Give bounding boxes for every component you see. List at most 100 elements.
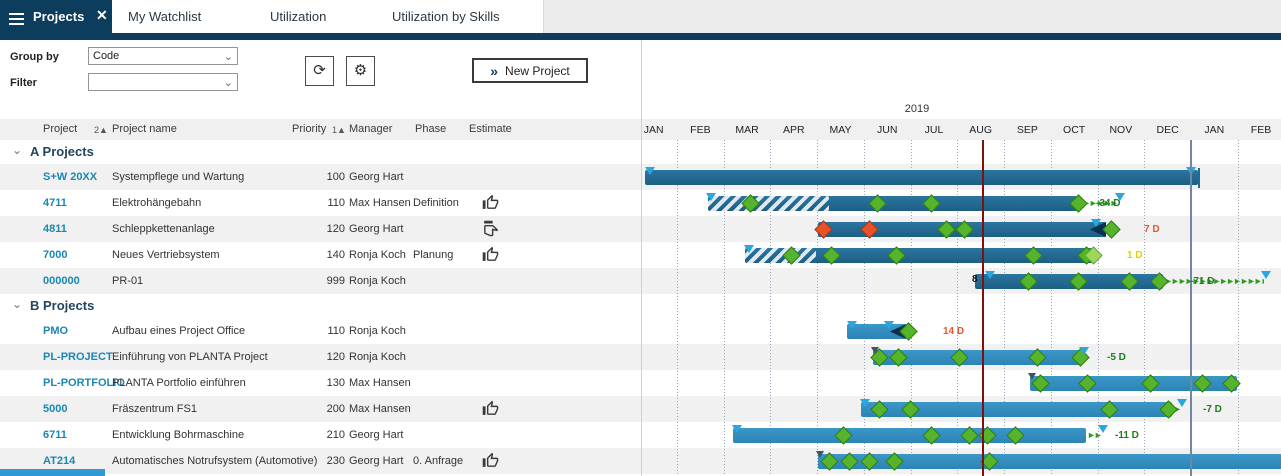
manager-cell: Ronja Koch	[349, 249, 406, 261]
priority-cell: 100	[298, 171, 345, 183]
manager-cell: Ronja Koch	[349, 325, 406, 337]
project-name-cell: Automatisches Notrufsystem (Automotive)	[112, 455, 317, 467]
phase-cell: Planung	[413, 249, 453, 261]
month-gridline	[1144, 140, 1145, 476]
delay-label: -11 D	[1115, 430, 1139, 441]
estimate-cell[interactable]	[482, 220, 499, 240]
estimate-cell[interactable]	[482, 452, 499, 472]
date-marker-icon[interactable]	[871, 347, 879, 354]
month-gridline	[864, 140, 865, 476]
gantt-bar[interactable]	[733, 428, 1086, 443]
delay-label: -71 D	[1190, 276, 1214, 287]
project-id-cell[interactable]: 4811	[43, 223, 67, 235]
priority-cell: 110	[298, 197, 345, 209]
date-marker-icon[interactable]	[1177, 399, 1187, 407]
date-marker-icon[interactable]	[1091, 219, 1101, 227]
date-marker-icon[interactable]	[847, 321, 857, 329]
month-gridline	[770, 140, 771, 476]
project-name-cell: Aufbau eines Project Office	[112, 325, 245, 337]
horizontal-scrollbar-thumb[interactable]	[0, 469, 105, 476]
delay-label: 1 D	[1127, 250, 1143, 261]
constraint-glyph: 8	[972, 274, 978, 285]
manager-cell: Georg Hart	[349, 171, 403, 183]
delay-label: -34 D	[1096, 198, 1120, 209]
project-id-cell[interactable]: 6711	[43, 429, 67, 441]
manager-cell: Ronja Koch	[349, 351, 406, 363]
delay-label: 7 D	[1144, 224, 1160, 235]
project-name-cell: Entwicklung Bohrmaschine	[112, 429, 244, 441]
project-id-cell[interactable]: 5000	[43, 403, 67, 415]
month-gridline	[957, 140, 958, 476]
priority-cell: 110	[298, 325, 345, 337]
date-marker-icon[interactable]	[732, 425, 742, 433]
estimate-thumb-icon	[482, 194, 499, 211]
estimate-cell[interactable]	[482, 246, 499, 266]
project-id-cell[interactable]: PL-PROJECT	[43, 351, 113, 363]
estimate-thumb-icon	[482, 452, 499, 469]
month-gridline	[911, 140, 912, 476]
priority-cell: 230	[298, 455, 345, 467]
year-line	[1190, 140, 1192, 476]
date-marker-icon[interactable]	[816, 451, 824, 458]
estimate-thumb-icon	[482, 246, 499, 263]
estimate-thumb-icon	[482, 220, 499, 237]
gantt-bar[interactable]	[645, 170, 1198, 185]
project-name-cell: Schleppkettenanlage	[112, 223, 215, 235]
delay-label: 14 D	[943, 326, 964, 337]
delay-label: -5 D	[1107, 352, 1126, 363]
project-id-cell[interactable]: 4711	[43, 197, 67, 209]
date-marker-icon[interactable]	[1079, 347, 1089, 355]
bar-remaining-hatch	[745, 248, 816, 263]
month-gridline	[677, 140, 678, 476]
priority-cell: 120	[298, 223, 345, 235]
estimate-thumb-icon	[482, 400, 499, 417]
month-gridline	[1051, 140, 1052, 476]
priority-cell: 999	[298, 275, 345, 287]
priority-cell: 130	[298, 377, 345, 389]
date-marker-icon[interactable]	[1028, 373, 1036, 380]
month-gridline	[817, 140, 818, 476]
month-gridline	[1004, 140, 1005, 476]
pane-separator[interactable]	[641, 40, 642, 476]
project-id-cell[interactable]: AT214	[43, 455, 75, 467]
project-id-cell[interactable]: S+W 20XX	[43, 171, 97, 183]
manager-cell: Georg Hart	[349, 455, 403, 467]
manager-cell: Max Hansen	[349, 377, 411, 389]
manager-cell: Ronja Koch	[349, 275, 406, 287]
today-line	[982, 140, 984, 476]
date-marker-icon[interactable]	[1261, 271, 1271, 279]
bar-remaining-hatch	[708, 196, 829, 211]
manager-cell: Max Hansen	[349, 197, 411, 209]
manager-cell: Georg Hart	[349, 223, 403, 235]
date-marker-icon[interactable]	[645, 167, 655, 175]
manager-cell: Georg Hart	[349, 429, 403, 441]
project-id-cell[interactable]: 000000	[43, 275, 80, 287]
chevron-down-icon[interactable]: ⌄	[12, 143, 22, 157]
bar-end-bracket	[1198, 168, 1200, 188]
project-name-cell: PLANTA Portfolio einführen	[112, 377, 246, 389]
date-marker-icon[interactable]	[860, 399, 870, 407]
project-name-cell: Einführung von PLANTA Project	[112, 351, 268, 363]
project-name-cell: Fräszentrum FS1	[112, 403, 197, 415]
project-id-cell[interactable]: PMO	[43, 325, 68, 337]
phase-cell: Definition	[413, 197, 459, 209]
date-marker-icon[interactable]	[1098, 425, 1108, 433]
project-id-cell[interactable]: 7000	[43, 249, 67, 261]
priority-cell: 200	[298, 403, 345, 415]
priority-cell: 120	[298, 351, 345, 363]
estimate-cell[interactable]	[482, 194, 499, 214]
manager-cell: Max Hansen	[349, 403, 411, 415]
date-marker-icon[interactable]	[744, 245, 754, 253]
project-name-cell: Systempflege und Wartung	[112, 171, 244, 183]
date-marker-icon[interactable]	[884, 321, 894, 329]
date-marker-icon[interactable]	[985, 271, 995, 279]
month-gridline	[724, 140, 725, 476]
group-label: A Projects	[30, 144, 94, 159]
month-gridline	[1238, 140, 1239, 476]
date-marker-icon[interactable]	[706, 193, 716, 201]
delay-label: -7 D	[1203, 404, 1222, 415]
estimate-cell[interactable]	[482, 400, 499, 420]
group-label: B Projects	[30, 298, 94, 313]
phase-cell: 0. Anfrage	[413, 455, 463, 467]
chevron-down-icon[interactable]: ⌄	[12, 297, 22, 311]
